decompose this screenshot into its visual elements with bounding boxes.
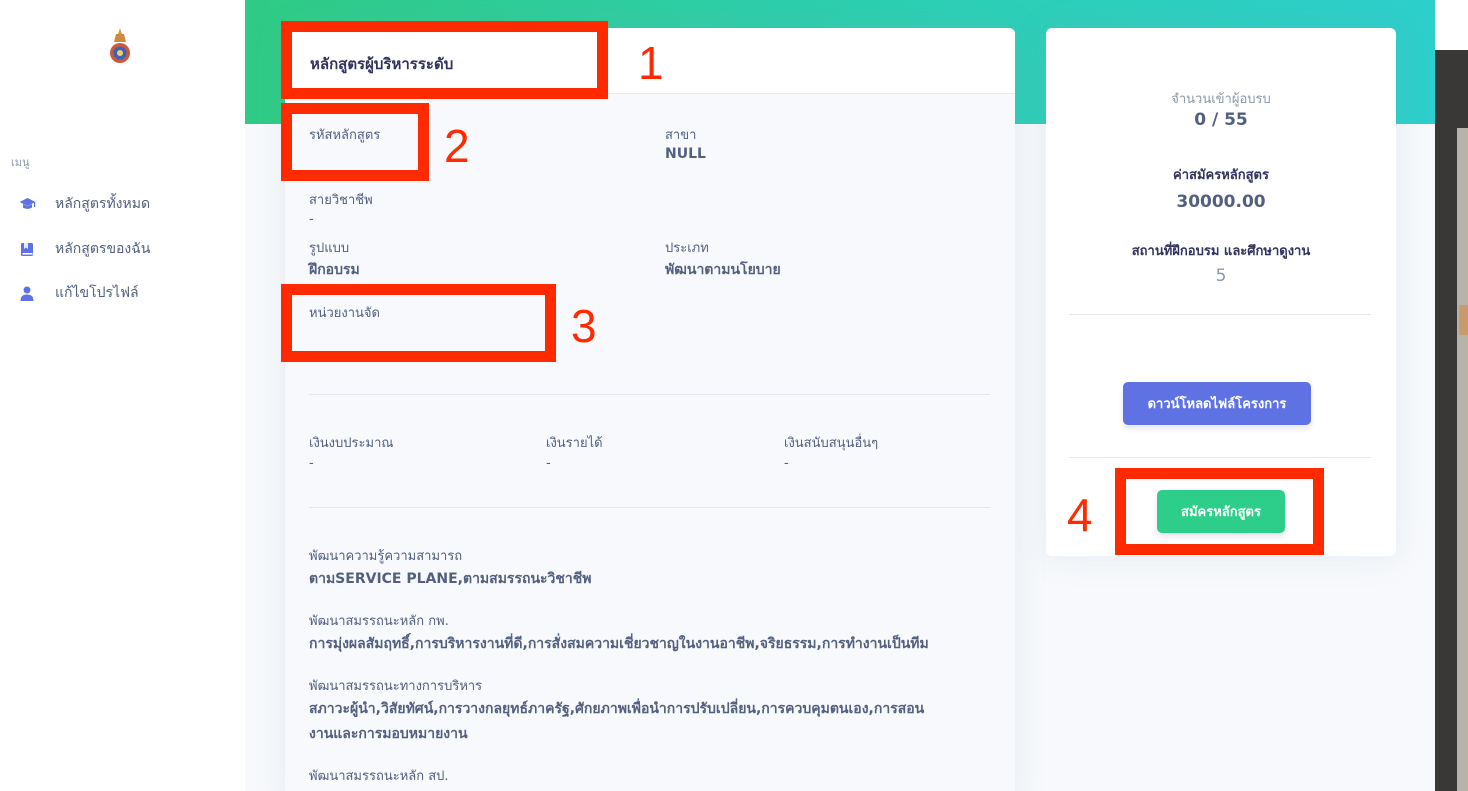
page: เมนู หลักสูตรทั้งหมด หลักสูตรของฉัน แก้ไ… xyxy=(0,0,1468,791)
divider xyxy=(309,394,990,395)
other-funding-label: เงินสนับสนุนอื่นๆ xyxy=(784,436,879,451)
annotation-number-1: 1 xyxy=(638,37,664,89)
annotation-number-3: 3 xyxy=(571,300,597,352)
ministry-competency-label: พัฒนาสมรรถนะหลัก สป. xyxy=(309,769,449,784)
management-competency-value-line1: สภาวะผู้นำ,วิสัยทัศน์,การวางกลยุทธ์ภาครั… xyxy=(309,701,925,717)
right-edge-top xyxy=(1435,0,1468,50)
enrolled-value: 0 / 55 xyxy=(1194,110,1248,130)
divider xyxy=(1069,314,1371,315)
other-funding-value: - xyxy=(784,456,789,471)
career-value: - xyxy=(309,212,314,227)
sidebar-item-label: แก้ไขโปรไฟล์ xyxy=(55,285,139,301)
fee-value: 30000.00 xyxy=(1176,192,1266,212)
annotation-box-3 xyxy=(281,284,556,362)
core-competency-label: พัฒนาสมรรถนะหลัก กพ. xyxy=(309,614,449,629)
annotation-box-2 xyxy=(281,103,429,181)
location-label: สถานที่ฝึกอบรม และศึกษาดูงาน xyxy=(1131,244,1311,259)
right-edge-photo xyxy=(1457,128,1468,791)
sidebar-item-edit-profile[interactable]: แก้ไขโปรไฟล์ xyxy=(18,281,139,305)
organization-logo[interactable] xyxy=(106,26,134,66)
income-value: - xyxy=(546,456,551,471)
annotation-box-1 xyxy=(281,21,608,99)
type-value: พัฒนาตามนโยบาย xyxy=(665,262,781,278)
sidebar-item-label: หลักสูตรทั้งหมด xyxy=(55,196,151,212)
type-label: ประเภท xyxy=(665,241,709,256)
career-label: สายวิชาชีพ xyxy=(309,193,373,208)
sidebar-item-label: หลักสูตรของฉัน xyxy=(55,241,151,257)
format-value: ฝึกอบรม xyxy=(309,262,360,278)
sidebar-item-my-courses[interactable]: หลักสูตรของฉัน xyxy=(18,237,150,261)
graduation-cap-icon xyxy=(18,195,36,213)
right-edge-accent xyxy=(1459,305,1468,335)
location-value: 5 xyxy=(1215,266,1227,286)
branch-value: NULL xyxy=(665,146,706,162)
annotation-box-4 xyxy=(1115,468,1324,555)
enrolled-label: จำนวนเข้าผู้อบรบ xyxy=(1171,92,1271,107)
sidebar-item-all-courses[interactable]: หลักสูตรทั้งหมด xyxy=(18,192,150,216)
divider xyxy=(1069,457,1371,458)
divider xyxy=(309,507,990,508)
knowledge-dev-value: ตามSERVICE PLANE,ตามสมรรถนะวิชาชีพ xyxy=(309,571,592,587)
download-project-file-button[interactable]: ดาวน์โหลดไฟล์โครงการ xyxy=(1123,382,1311,425)
knowledge-dev-label: พัฒนาความรู้ความสามารถ xyxy=(309,549,463,564)
budget-value: - xyxy=(309,456,314,471)
menu-heading: เมนู xyxy=(11,156,30,169)
user-icon xyxy=(18,284,36,302)
budget-label: เงินงบประมาณ xyxy=(309,436,394,451)
fee-label: ค่าสมัครหลักสูตร xyxy=(1173,168,1269,183)
annotation-number-4: 4 xyxy=(1067,489,1093,541)
income-label: เงินรายได้ xyxy=(546,436,603,451)
management-competency-value-line2: งานและการมอบหมายงาน xyxy=(309,726,468,742)
management-competency-label: พัฒนาสมรรถนะทางการบริหาร xyxy=(309,679,483,694)
sidebar: เมนู หลักสูตรทั้งหมด หลักสูตรของฉัน แก้ไ… xyxy=(0,0,245,791)
right-edge-strip xyxy=(1435,50,1468,791)
core-competency-value: การมุ่งผลสัมฤทธิ์,การบริหารงานที่ดี,การส… xyxy=(309,636,929,652)
branch-label: สาขา xyxy=(665,128,697,143)
format-label: รูปแบบ xyxy=(309,241,350,256)
book-icon xyxy=(18,240,36,258)
annotation-number-2: 2 xyxy=(444,120,470,172)
